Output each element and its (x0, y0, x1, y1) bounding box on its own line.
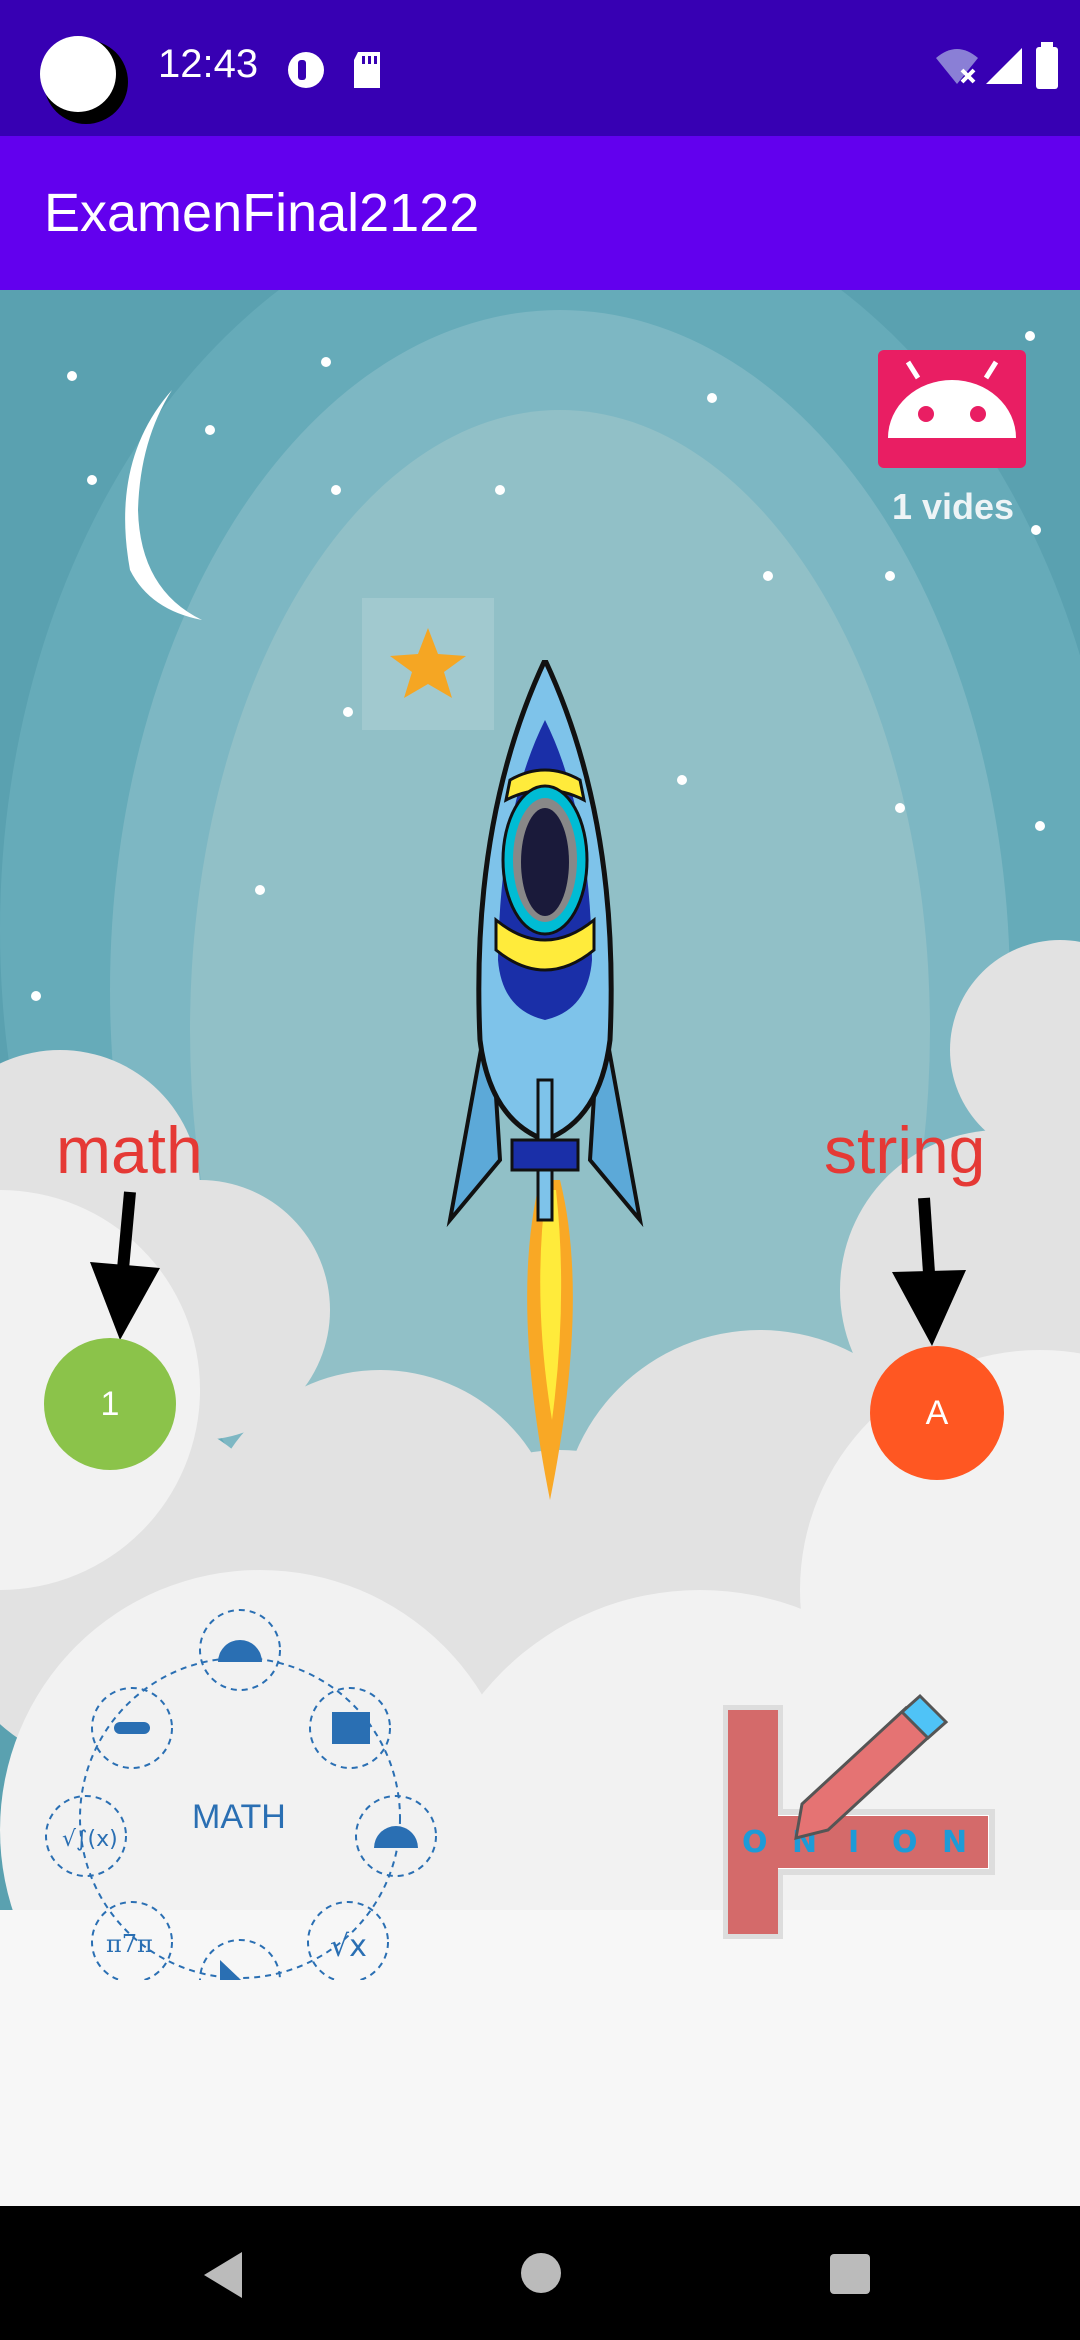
svg-text:√∫(x): √∫(x) (62, 1827, 118, 1852)
battery-icon (1036, 42, 1058, 89)
svg-text:I: I (848, 1825, 859, 1860)
cell-signal-icon (986, 48, 1022, 84)
status-bar: 12:43 (0, 0, 1080, 136)
svg-text:O: O (892, 1825, 918, 1860)
math-tools-circle-icon: √x π7π √∫(x) (45, 1609, 437, 1980)
string-label: string (824, 1113, 986, 1187)
android-app-icon[interactable] (878, 350, 1026, 468)
recents-icon[interactable] (830, 2254, 870, 2294)
rocket-image (446, 660, 644, 1500)
home-icon[interactable] (520, 2252, 562, 2294)
math-label: math (56, 1113, 203, 1187)
svg-text:√x: √x (330, 1929, 367, 1964)
word-game-logo[interactable]: ONION (706, 1688, 1002, 1950)
sd-card-icon (354, 52, 380, 88)
lives-label: 1 vides (892, 486, 1015, 527)
string-arrow-icon (892, 1197, 966, 1346)
crossword-pencil-icon: ONION (723, 1693, 995, 1939)
math-logo[interactable]: √x π7π √∫(x) MATH (40, 1590, 446, 1980)
game-screen[interactable]: 1 vides math 1 string A √x π7π √∫(x) MAT… (0, 290, 1080, 2206)
camera-cutout-icon (40, 36, 128, 124)
svg-text:O: O (742, 1825, 768, 1860)
status-time: 12:43 (158, 42, 259, 86)
wifi-off-icon (936, 49, 978, 84)
math-button[interactable]: 1 (44, 1338, 176, 1470)
svg-text:π7π: π7π (106, 1930, 153, 1958)
string-button[interactable]: A (870, 1346, 1004, 1480)
back-icon[interactable] (204, 2252, 244, 2298)
math-logo-text: MATH (192, 1798, 286, 1836)
notification-icon (288, 52, 324, 88)
math-arrow-icon (90, 1191, 160, 1340)
app-title: ExamenFinal2122 (44, 183, 480, 243)
navigation-bar (0, 2206, 1080, 2340)
svg-text:N: N (942, 1825, 967, 1860)
